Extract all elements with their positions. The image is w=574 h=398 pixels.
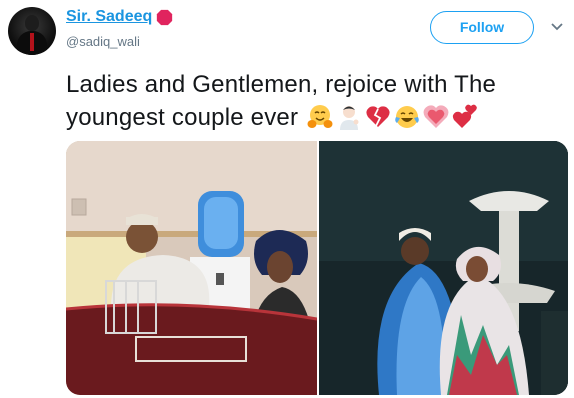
growing-heart-icon bbox=[423, 105, 449, 128]
author-name-row: Sir. Sadeeq bbox=[66, 8, 173, 26]
chevron-down-icon[interactable] bbox=[550, 22, 564, 32]
author-name[interactable]: Sir. Sadeeq bbox=[66, 8, 152, 26]
photo-couple-at-table-image bbox=[66, 141, 317, 395]
photo-couple-standing-image bbox=[319, 141, 568, 395]
tweet-text: Ladies and Gentlemen, rejoice with The y… bbox=[66, 68, 566, 134]
avatar-head bbox=[25, 15, 39, 31]
author-handle[interactable]: @sadiq_wali bbox=[66, 34, 140, 49]
man-tipping-hand-icon bbox=[340, 106, 359, 130]
emoji-row bbox=[307, 104, 481, 130]
stop-sign-icon bbox=[157, 9, 173, 25]
two-hearts-icon bbox=[452, 104, 477, 128]
author-avatar[interactable] bbox=[8, 7, 56, 55]
follow-button[interactable]: Follow bbox=[430, 11, 534, 44]
face-with-tears-of-joy-icon bbox=[395, 106, 419, 128]
tweet-media-grid[interactable] bbox=[66, 141, 568, 395]
hugging-face-icon bbox=[307, 105, 333, 128]
photo-couple-at-table[interactable] bbox=[66, 141, 317, 395]
broken-heart-icon bbox=[366, 106, 390, 127]
avatar-tie bbox=[30, 33, 34, 51]
photo-couple-standing[interactable] bbox=[319, 141, 568, 395]
